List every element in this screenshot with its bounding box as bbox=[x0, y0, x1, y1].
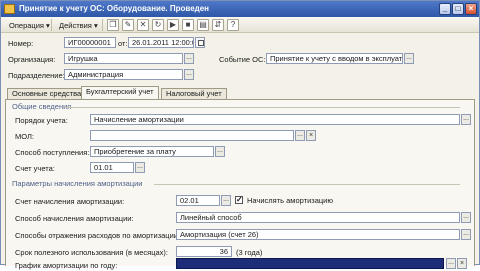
amort-account-label: Счет начисления амортизации: bbox=[15, 197, 125, 206]
expense-input[interactable]: Амортизация (счет 26) bbox=[176, 229, 460, 240]
subordinate-icon[interactable]: ⇵ bbox=[212, 19, 224, 31]
schedule-label: График амортизации по году: bbox=[15, 261, 118, 270]
amortization-heading: Параметры начисления амортизации bbox=[12, 179, 143, 188]
method-label: Способ начисления амортизации: bbox=[15, 214, 134, 223]
edit-icon[interactable]: ✎ bbox=[122, 19, 134, 31]
order-input[interactable]: Начисление амортизации bbox=[90, 114, 460, 125]
expense-label: Способы отражения расходов по амортизаци… bbox=[15, 231, 181, 240]
receipt-label: Способ поступления: bbox=[15, 148, 90, 157]
delete-icon[interactable]: ✕ bbox=[137, 19, 149, 31]
useful-life-label: Срок полезного использования (в месяцах)… bbox=[15, 248, 169, 257]
account-input[interactable]: 01.01 bbox=[90, 162, 134, 173]
actions-menu[interactable]: Действия ▾ bbox=[55, 19, 102, 31]
mol-input[interactable] bbox=[90, 130, 294, 141]
tab-fixed-assets[interactable]: Основные средства bbox=[7, 88, 87, 99]
department-select-button[interactable]: ... bbox=[184, 69, 194, 80]
charge-amortization-label: Начислять амортизацию bbox=[247, 196, 333, 205]
tab-accounting[interactable]: Бухгалтерский учет bbox=[81, 86, 159, 99]
mol-clear-icon[interactable]: × bbox=[306, 130, 316, 141]
maximize-button[interactable]: □ bbox=[452, 3, 464, 15]
toolbar: Операция ▾ Действия ▾ ❐ ✎ ✕ ↻ ▶ ■ ▤ ⇵ ? bbox=[1, 17, 479, 33]
method-input[interactable]: Линейный способ bbox=[176, 212, 460, 223]
receipt-input[interactable]: Приобретение за плату bbox=[90, 146, 214, 157]
help-icon[interactable]: ? bbox=[227, 19, 239, 31]
close-button[interactable]: × bbox=[465, 3, 477, 15]
group-divider bbox=[154, 184, 460, 185]
general-heading: Общие сведения bbox=[12, 102, 72, 111]
mol-select-button[interactable]: ... bbox=[295, 130, 305, 141]
date-label: от: bbox=[118, 39, 128, 48]
amort-account-select-button[interactable]: ... bbox=[221, 195, 231, 206]
unpost-icon[interactable]: ■ bbox=[182, 19, 194, 31]
organization-label: Организация: bbox=[8, 55, 56, 64]
document-window: Принятие к учету ОС: Оборудование. Прове… bbox=[0, 0, 480, 270]
receipt-select-button[interactable]: ... bbox=[215, 146, 225, 157]
account-label: Счет учета: bbox=[15, 164, 55, 173]
order-label: Порядок учета: bbox=[15, 116, 68, 125]
charge-amortization-checkbox[interactable]: ✓ bbox=[235, 196, 243, 204]
account-select-button[interactable]: ... bbox=[135, 162, 145, 173]
refresh-icon[interactable]: ↻ bbox=[152, 19, 164, 31]
department-input[interactable]: Администрация bbox=[64, 69, 183, 80]
event-select-button[interactable]: ... bbox=[404, 53, 414, 64]
report-icon[interactable]: ▤ bbox=[197, 19, 209, 31]
date-input[interactable]: 26.01.2011 12:00:00 bbox=[128, 37, 194, 48]
mol-label: МОЛ: bbox=[15, 132, 35, 141]
group-divider bbox=[66, 107, 460, 108]
schedule-clear-icon[interactable]: × bbox=[457, 258, 467, 269]
organization-input[interactable]: Игрушка bbox=[64, 53, 183, 64]
event-input[interactable]: Принятие к учету с вводом в эксплуатаци bbox=[266, 53, 403, 64]
copy-icon[interactable]: ❐ bbox=[107, 19, 119, 31]
toolbar-separator bbox=[51, 19, 52, 31]
organization-select-button[interactable]: ... bbox=[184, 53, 194, 64]
title-bar: Принятие к учету ОС: Оборудование. Прове… bbox=[1, 1, 479, 17]
event-label: Событие ОС: bbox=[219, 55, 266, 64]
department-label: Подразделение: bbox=[8, 71, 65, 80]
calendar-icon[interactable] bbox=[195, 37, 205, 48]
schedule-select-button[interactable]: ... bbox=[446, 258, 456, 269]
window-title: Принятие к учету ОС: Оборудование. Прове… bbox=[19, 4, 209, 13]
accounting-tab-panel: Общие сведения Порядок учета: Начисление… bbox=[5, 99, 475, 270]
useful-life-input[interactable]: 36 bbox=[176, 246, 232, 257]
tab-tax[interactable]: Налоговый учет bbox=[161, 88, 227, 99]
toolbar-separator bbox=[102, 19, 103, 31]
order-select-button[interactable]: ... bbox=[461, 114, 471, 125]
useful-life-years: (3 года) bbox=[236, 248, 263, 257]
number-input[interactable]: ИГ00000001 bbox=[64, 37, 116, 48]
number-label: Номер: bbox=[8, 39, 34, 48]
document-icon bbox=[4, 4, 15, 14]
method-select-button[interactable]: ... bbox=[461, 212, 471, 223]
minimize-button[interactable]: _ bbox=[439, 3, 451, 15]
expense-select-button[interactable]: ... bbox=[461, 229, 471, 240]
operation-menu[interactable]: Операция ▾ bbox=[5, 19, 54, 31]
post-icon[interactable]: ▶ bbox=[167, 19, 179, 31]
schedule-input[interactable] bbox=[176, 258, 444, 269]
amort-account-input[interactable]: 02.01 bbox=[176, 195, 220, 206]
